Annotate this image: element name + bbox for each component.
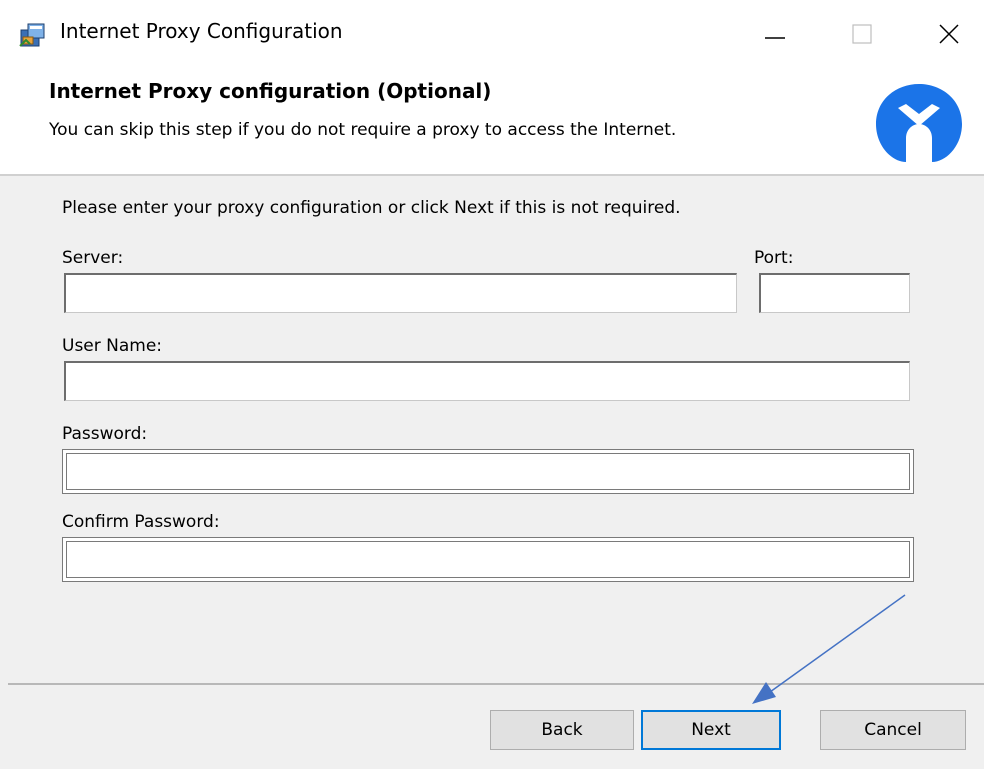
close-button[interactable]	[914, 0, 984, 68]
maximize-icon	[852, 24, 872, 44]
window-title: Internet Proxy Configuration	[60, 19, 343, 43]
confirm-password-input[interactable]	[62, 537, 914, 582]
cancel-button[interactable]: Cancel	[820, 710, 966, 750]
maximize-button[interactable]	[827, 0, 897, 68]
back-button[interactable]: Back	[490, 710, 634, 750]
installer-window: Internet Proxy Configuration Internet Pr…	[0, 0, 984, 769]
minimize-icon	[765, 37, 785, 39]
next-button[interactable]: Next	[641, 710, 781, 750]
password-label: Password:	[62, 424, 148, 444]
username-label: User Name:	[62, 336, 163, 356]
minimize-button[interactable]	[740, 0, 810, 68]
username-input[interactable]	[64, 361, 910, 401]
password-input[interactable]	[62, 449, 914, 494]
port-label: Port:	[754, 248, 794, 268]
content-panel	[8, 176, 984, 683]
installer-package-icon	[19, 23, 45, 47]
title-bar[interactable]: Internet Proxy Configuration	[0, 0, 984, 68]
confirm-password-label: Confirm Password:	[62, 512, 220, 532]
instruction-text: Please enter your proxy configuration or…	[62, 198, 681, 218]
page-title: Internet Proxy configuration (Optional)	[49, 79, 492, 103]
page-subtitle: You can skip this step if you do not req…	[49, 120, 677, 140]
close-icon	[939, 24, 959, 44]
port-input[interactable]	[759, 273, 910, 313]
server-input[interactable]	[64, 273, 737, 313]
server-label: Server:	[62, 248, 124, 268]
malwarebytes-logo-icon	[876, 84, 962, 162]
